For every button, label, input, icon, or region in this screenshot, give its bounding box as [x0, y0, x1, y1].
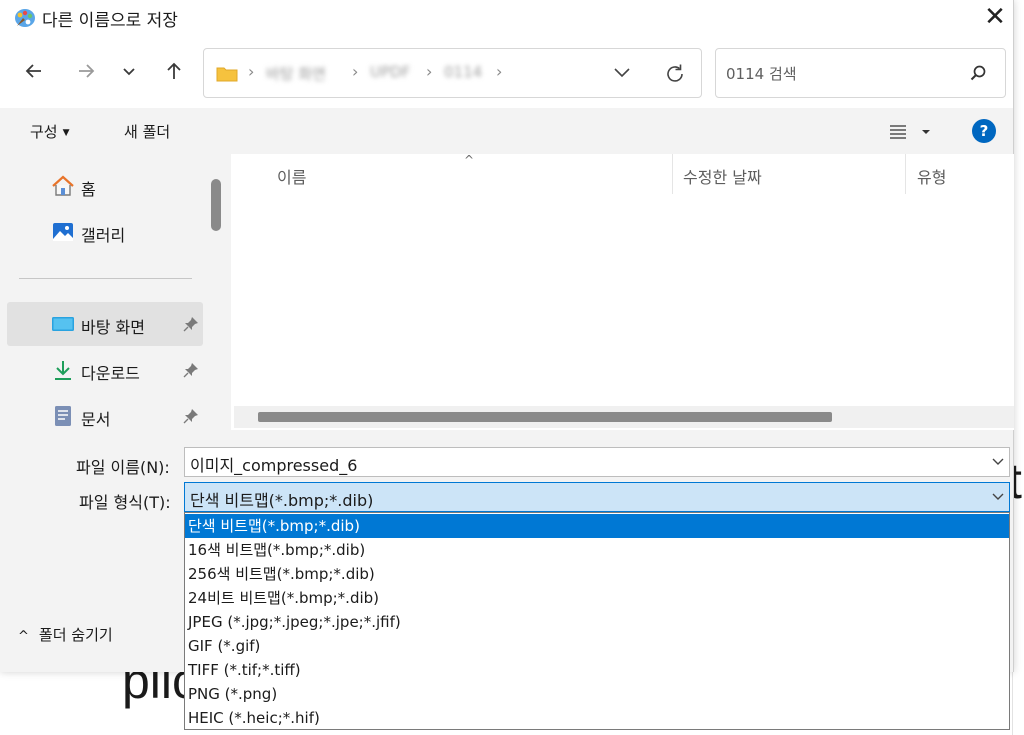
- breadcrumb-item[interactable]: 0114: [444, 63, 482, 81]
- back-arrow-icon: [25, 64, 41, 78]
- sidebar-item-label: 다운로드: [81, 364, 140, 383]
- pin-icon[interactable]: [183, 362, 199, 378]
- dialog-title: 다른 이름으로 저장: [42, 11, 178, 31]
- sidebar-item-label: 문서: [81, 410, 111, 429]
- recent-locations-button[interactable]: [115, 60, 143, 88]
- documents-icon: [55, 406, 71, 426]
- refresh-icon[interactable]: [662, 61, 688, 87]
- filetype-option[interactable]: HEIC (*.heic;*.hif): [185, 706, 1009, 730]
- view-options-icon[interactable]: [888, 121, 934, 143]
- command-bar: 구성 ▼ 새 폴더 ?: [0, 108, 1013, 154]
- column-divider[interactable]: [905, 154, 906, 194]
- download-icon: [55, 361, 71, 380]
- sidebar-item-home[interactable]: 홈: [7, 164, 203, 208]
- search-placeholder: 0114 검색: [726, 65, 797, 83]
- column-header-type[interactable]: 유형: [917, 164, 946, 188]
- gallery-icon: [53, 223, 73, 241]
- home-icon: [52, 175, 74, 196]
- up-arrow-icon: [167, 62, 181, 79]
- forward-button[interactable]: [72, 60, 100, 88]
- breadcrumb-item[interactable]: 바탕 화면: [266, 63, 326, 84]
- breadcrumb-separator: ›: [352, 62, 359, 81]
- desktop-icon: [52, 317, 74, 331]
- new-folder-button[interactable]: 새 폴더: [124, 121, 170, 142]
- filetype-option[interactable]: TIFF (*.tif;*.tiff): [185, 658, 1009, 682]
- breadcrumb-separator: ›: [426, 62, 433, 81]
- search-box[interactable]: 0114 검색: [715, 48, 1006, 98]
- help-button[interactable]: ?: [972, 119, 996, 143]
- organize-label: 구성: [30, 123, 58, 141]
- filetype-value: 단색 비트맵(*.bmp;*.dib): [190, 491, 374, 510]
- close-button[interactable]: ✕: [978, 1, 1012, 35]
- caret-down-icon: ▼: [62, 128, 70, 138]
- hide-folders-label: 폴더 숨기기: [38, 626, 113, 644]
- sidebar-item-documents[interactable]: 문서: [7, 394, 203, 430]
- sidebar-divider: [19, 278, 192, 279]
- folder-icon: [216, 67, 238, 82]
- sidebar-item-gallery[interactable]: 갤러리: [7, 210, 203, 254]
- filetype-option[interactable]: 16색 비트맵(*.bmp;*.dib): [185, 538, 1009, 562]
- chevron-down-icon: [123, 68, 135, 76]
- filename-label: 파일 이름(N):: [76, 458, 170, 477]
- filetype-option[interactable]: GIF (*.gif): [185, 634, 1009, 658]
- navigation-pane: 홈 갤러리 바탕 화면 다운로드 문서: [0, 154, 210, 430]
- search-icon[interactable]: [968, 63, 988, 83]
- organize-button[interactable]: 구성 ▼: [30, 121, 70, 142]
- back-button[interactable]: [20, 60, 48, 88]
- navigation-bar: › 바탕 화면 › UPDF › 0114 › 0114 검색: [0, 36, 1013, 108]
- breadcrumb-separator: ›: [496, 62, 503, 81]
- sidebar-item-label: 바탕 화면: [81, 318, 145, 337]
- hide-folders-button[interactable]: ^ 폴더 숨기기: [18, 624, 113, 645]
- filetype-option[interactable]: PNG (*.png): [185, 682, 1009, 706]
- column-header-date-modified[interactable]: 수정한 날짜: [683, 164, 762, 188]
- sidebar-item-label: 홈: [81, 180, 96, 199]
- filetype-option[interactable]: 단색 비트맵(*.bmp;*.dib): [185, 514, 1009, 538]
- filetype-dropdown-list: 단색 비트맵(*.bmp;*.dib) 16색 비트맵(*.bmp;*.dib)…: [184, 512, 1010, 730]
- up-button[interactable]: [160, 60, 188, 88]
- filetype-option[interactable]: 24비트 비트맵(*.bmp;*.dib): [185, 586, 1009, 610]
- horizontal-scrollbar-thumb[interactable]: [258, 412, 832, 422]
- sidebar-scrollbar-thumb[interactable]: [211, 179, 221, 231]
- sidebar-item-desktop[interactable]: 바탕 화면: [7, 302, 203, 346]
- address-bar[interactable]: › 바탕 화면 › UPDF › 0114 ›: [203, 48, 702, 98]
- pin-icon[interactable]: [183, 408, 199, 424]
- chevron-down-icon[interactable]: [991, 456, 1005, 468]
- filetype-select[interactable]: 단색 비트맵(*.bmp;*.dib): [184, 482, 1010, 512]
- breadcrumb-separator: ›: [248, 62, 255, 81]
- file-list-pane: ^ 이름 수정한 날짜 유형: [231, 153, 1014, 430]
- filename-field[interactable]: 이미지_compressed_6: [184, 447, 1010, 477]
- chevron-up-icon: ^: [18, 629, 29, 644]
- filetype-option[interactable]: JPEG (*.jpg;*.jpeg;*.jpe;*.jfif): [185, 610, 1009, 634]
- sidebar-item-label: 갤러리: [81, 226, 126, 245]
- sidebar-item-downloads[interactable]: 다운로드: [7, 348, 203, 392]
- title-bar: 다른 이름으로 저장 ✕: [0, 0, 1013, 36]
- filetype-label: 파일 형식(T):: [79, 493, 171, 512]
- column-header-name[interactable]: 이름: [277, 164, 306, 188]
- filetype-option[interactable]: 256색 비트맵(*.bmp;*.dib): [185, 562, 1009, 586]
- breadcrumb-item[interactable]: UPDF: [370, 63, 410, 81]
- filename-value: 이미지_compressed_6: [190, 456, 358, 475]
- chevron-down-icon[interactable]: [991, 491, 1005, 503]
- horizontal-scrollbar[interactable]: [234, 406, 1014, 428]
- pin-icon[interactable]: [183, 316, 199, 332]
- paint-app-icon: [15, 9, 35, 27]
- sort-ascending-icon: ^: [464, 153, 475, 167]
- address-history-chevron-icon[interactable]: [608, 61, 636, 85]
- column-divider[interactable]: [672, 154, 673, 194]
- forward-arrow-icon: [79, 64, 95, 78]
